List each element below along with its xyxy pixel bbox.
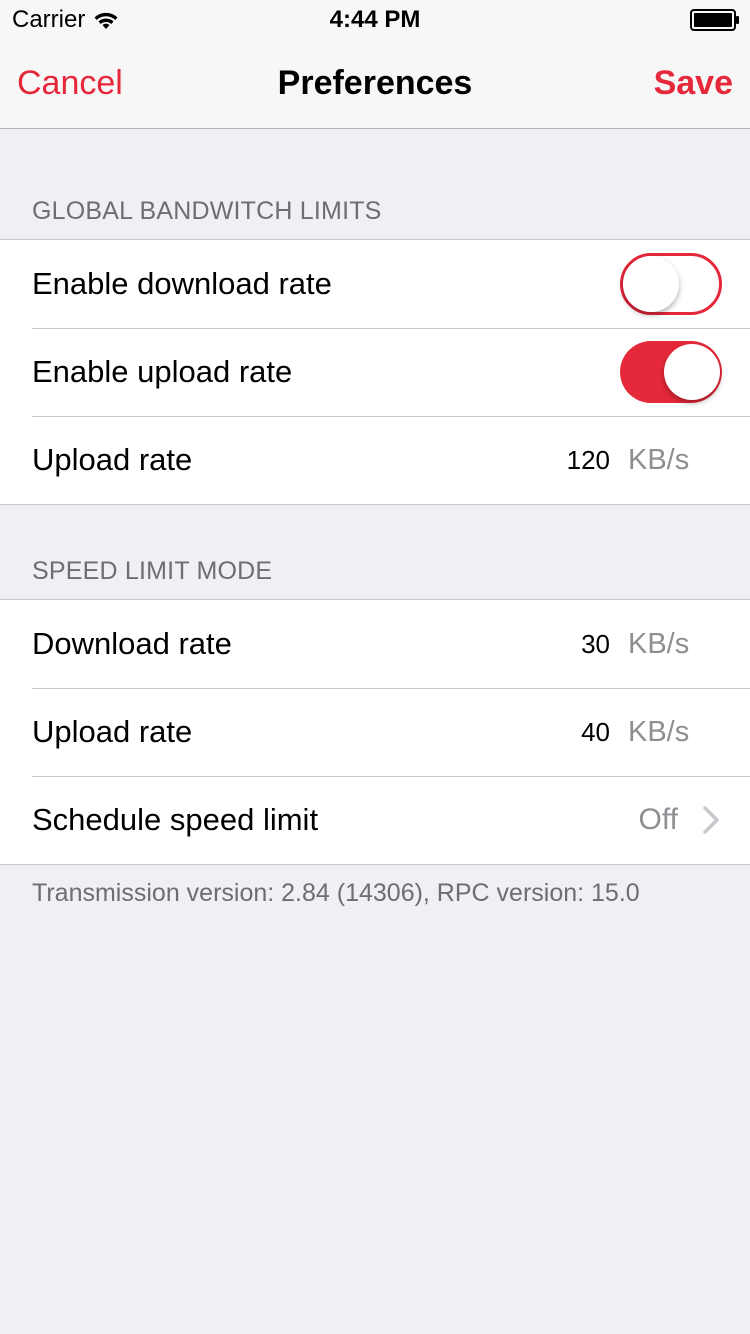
enable-upload-rate-toggle[interactable] — [620, 341, 722, 403]
schedule-detail-value: Off — [638, 803, 678, 836]
status-time: 4:44 PM — [329, 6, 421, 33]
row-label: Download rate — [32, 626, 232, 661]
unit-label: KB/s — [628, 715, 690, 748]
section-header-global-bandwidth: GLOBAL BANDWITCH LIMITS — [32, 197, 382, 225]
unit-label: KB/s — [628, 443, 690, 476]
row-label: Schedule speed limit — [32, 802, 319, 837]
section-header-speed-limit-mode: SPEED LIMIT MODE — [32, 557, 273, 585]
alt-upload-rate-value[interactable]: 40 — [581, 717, 610, 748]
row-label: Upload rate — [32, 442, 193, 477]
row-label: Upload rate — [32, 714, 193, 749]
upload-rate-value[interactable]: 120 — [567, 445, 610, 476]
alt-upload-rate-row[interactable]: Upload rate 40 KB/s — [0, 688, 750, 776]
chevron-right-icon — [703, 806, 719, 834]
enable-download-rate-toggle[interactable] — [620, 253, 722, 315]
enable-download-rate-row: Enable download rate — [0, 240, 750, 328]
nav-bar: Cancel Preferences Save — [0, 40, 750, 128]
global-bandwidth-group: Enable download rate Enable upload rate … — [0, 239, 750, 505]
schedule-speed-limit-row[interactable]: Schedule speed limit Off — [0, 776, 750, 864]
download-rate-value[interactable]: 30 — [581, 629, 610, 660]
navigation-header: Carrier 4:44 PM Cancel Preferences Save — [0, 0, 750, 129]
toggle-knob — [623, 256, 679, 312]
enable-upload-rate-row: Enable upload rate — [0, 328, 750, 416]
speed-limit-mode-group: Download rate 30 KB/s Upload rate 40 KB/… — [0, 599, 750, 865]
row-label: Enable upload rate — [32, 354, 293, 389]
save-button[interactable]: Save — [654, 64, 733, 103]
status-bar: Carrier 4:44 PM — [0, 0, 750, 40]
upload-rate-row[interactable]: Upload rate 120 KB/s — [0, 416, 750, 504]
row-label: Enable download rate — [32, 266, 332, 301]
battery-icon — [690, 9, 739, 31]
unit-label: KB/s — [628, 627, 690, 660]
version-info: Transmission version: 2.84 (14306), RPC … — [32, 879, 640, 907]
cancel-button[interactable]: Cancel — [17, 64, 123, 103]
download-rate-row[interactable]: Download rate 30 KB/s — [0, 600, 750, 688]
toggle-knob — [664, 344, 720, 400]
